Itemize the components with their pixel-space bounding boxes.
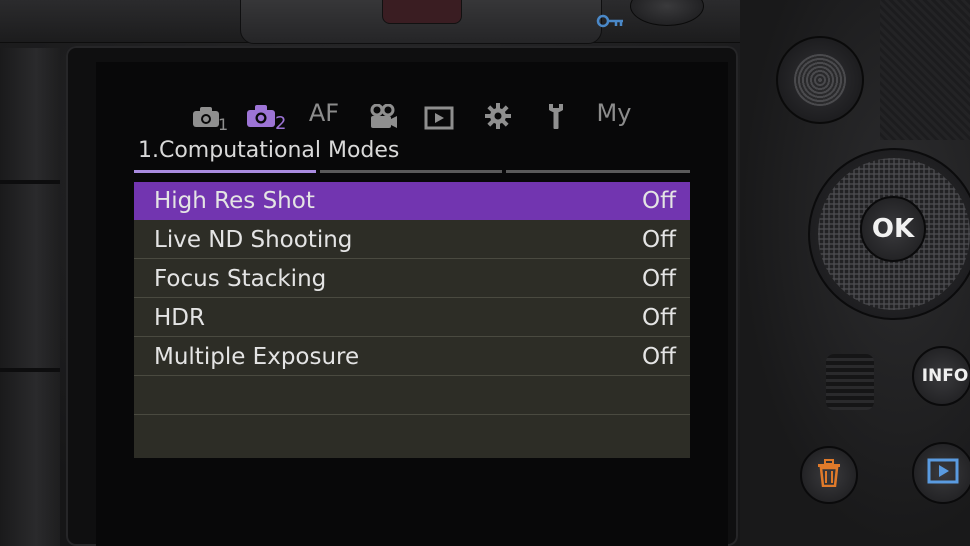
info-button[interactable]: INFO — [912, 346, 970, 406]
tab-shooting-menu-1[interactable]: 1 — [190, 96, 232, 134]
lock-icon — [596, 14, 624, 33]
menu-item-multiple-exposure[interactable]: Multiple Exposure Off — [134, 338, 690, 376]
thumb-rest — [826, 354, 874, 410]
playback-icon — [927, 458, 959, 488]
menu-item-value: Off — [642, 187, 676, 214]
tab-video[interactable] — [366, 96, 400, 130]
screen-hinge — [0, 48, 60, 546]
tab-playback[interactable] — [422, 96, 456, 130]
trash-icon — [816, 459, 842, 491]
menu-item-label: Multiple Exposure — [154, 343, 360, 370]
menu-panel: 1 2 AF My 1.Computational Modes High Res… — [134, 94, 690, 458]
empty-menu-row — [134, 377, 690, 415]
menu-item-label: HDR — [154, 304, 205, 331]
empty-menu-row — [134, 416, 690, 454]
rear-command-dial[interactable] — [776, 36, 864, 124]
menu-item-focus-stacking[interactable]: Focus Stacking Off — [134, 260, 690, 298]
tab-shooting-menu-2[interactable]: 2 — [244, 96, 290, 134]
shooting-menu-1-icon: 1 — [192, 100, 230, 134]
eye-sensor — [382, 0, 462, 24]
dial-knurl — [794, 54, 846, 106]
page-indicator-segment — [134, 170, 316, 173]
tab-af[interactable]: AF — [306, 96, 342, 130]
page-indicator — [134, 170, 690, 174]
menu-item-live-nd-shooting[interactable]: Live ND Shooting Off — [134, 221, 690, 259]
menu-item-label: Live ND Shooting — [154, 226, 353, 253]
menu-item-value: Off — [642, 343, 676, 370]
page-indicator-segment — [506, 170, 690, 173]
setup-menu-wrench-icon — [545, 102, 567, 130]
menu-item-value: Off — [642, 304, 676, 331]
tab-my-label: My — [596, 99, 632, 127]
camera-body: 1 2 AF My 1.Computational Modes High Res… — [0, 0, 970, 546]
playback-menu-icon — [424, 106, 454, 130]
tab-setup[interactable] — [542, 96, 570, 130]
hinge-slot — [0, 180, 60, 184]
menu-tabs: 1 2 AF My — [134, 94, 690, 134]
page-title: 1.Computational Modes — [138, 138, 400, 163]
hinge-slot — [0, 368, 60, 372]
menu-item-value: Off — [642, 265, 676, 292]
tab-af-label: AF — [308, 99, 340, 127]
tab-number: 1 — [218, 115, 229, 134]
tab-custom[interactable] — [482, 96, 514, 130]
ok-button[interactable]: OK — [860, 196, 926, 262]
menu-item-label: High Res Shot — [154, 187, 315, 214]
menu-list: High Res Shot Off Live ND Shooting Off F… — [134, 182, 690, 458]
menu-item-hdr[interactable]: HDR Off — [134, 299, 690, 337]
video-menu-icon — [368, 104, 398, 130]
menu-item-high-res-shot[interactable]: High Res Shot Off — [134, 182, 690, 220]
shooting-menu-2-icon: 2 — [246, 100, 288, 134]
menu-item-label: Focus Stacking — [154, 265, 327, 292]
playback-button[interactable] — [912, 442, 970, 504]
page-indicator-segment — [320, 170, 502, 173]
tab-number: 2 — [275, 113, 287, 134]
tab-my-menu[interactable]: My — [594, 96, 634, 130]
custom-menu-gear-icon — [484, 102, 512, 130]
delete-button[interactable] — [800, 446, 858, 504]
menu-item-value: Off — [642, 226, 676, 253]
grip-texture — [880, 0, 970, 140]
